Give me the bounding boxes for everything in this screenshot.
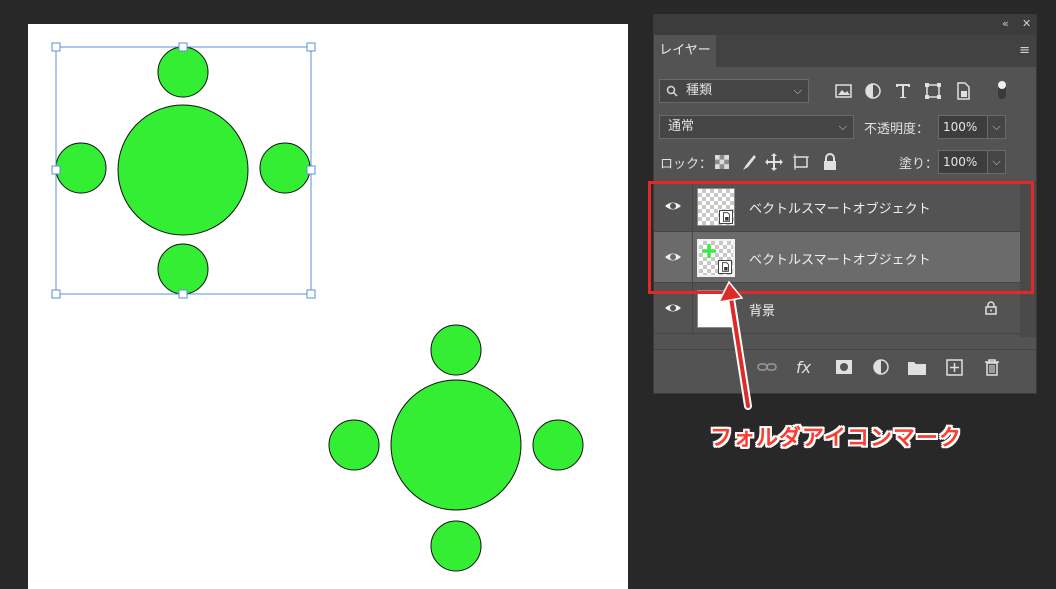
shape-group-2[interactable] [328, 324, 584, 572]
shape-group-1[interactable] [55, 46, 311, 295]
layer-thumbnail [697, 188, 735, 226]
layer-row-selected[interactable]: ベクトルスマートオブジェクト [654, 232, 1020, 283]
smart-object-badge-icon [718, 260, 732, 274]
new-layer-icon[interactable] [945, 358, 965, 376]
blend-mode-value: 通常 [668, 119, 695, 134]
transform-handle [306, 289, 316, 299]
lock-image-pixels-icon[interactable] [739, 152, 759, 172]
layer-row-background[interactable]: 背景 [654, 283, 1020, 334]
adjustment-filter-icon[interactable] [863, 81, 883, 101]
fill-input[interactable]: 100% [938, 150, 988, 174]
eye-icon[interactable] [664, 197, 682, 215]
smart-object-badge-icon [719, 210, 733, 224]
filter-label: 種類 [686, 83, 713, 98]
search-icon [666, 85, 678, 97]
lock-artboard-icon[interactable] [791, 152, 811, 172]
transform-handle [51, 289, 61, 299]
layers-bottom-bar: fx [654, 349, 1036, 383]
layers-panel: « ✕ レイヤー ≡ 種類 ⌵ 通常 ⌵ 不透明度： 100% ⌵ ロック： 塗… [653, 14, 1037, 394]
layer-name: ベクトルスマートオブジェクト [749, 253, 931, 268]
link-layers-icon[interactable] [757, 358, 777, 376]
adjustment-layer-icon[interactable] [872, 358, 892, 376]
lock-transparent-pixels-icon[interactable] [712, 152, 732, 172]
layer-name: 背景 [749, 304, 776, 319]
chevron-down-icon: ⌵ [838, 120, 847, 133]
eye-icon[interactable] [664, 248, 682, 266]
transform-handle [178, 289, 188, 299]
opacity-input[interactable]: 100% [938, 115, 988, 139]
transform-handle [178, 42, 188, 52]
layers-scrollbar[interactable] [1020, 181, 1036, 337]
delete-icon[interactable] [982, 358, 1002, 376]
canvas-workspace [0, 0, 640, 589]
lock-position-icon[interactable] [764, 152, 784, 172]
artwork [51, 42, 584, 572]
panel-tab-row: レイヤー ≡ [654, 35, 1036, 67]
folder-mark-icon [702, 244, 716, 258]
eye-icon[interactable] [664, 299, 682, 317]
fill-label: 塗り： [899, 157, 939, 172]
panel-titlebar: « ✕ [654, 15, 1036, 35]
lock-label: ロック： [660, 157, 713, 172]
shape-filter-icon[interactable] [923, 81, 943, 101]
tab-layers[interactable]: レイヤー [654, 35, 716, 67]
opacity-label: 不透明度： [864, 122, 930, 137]
layer-filter-dropdown[interactable]: 種類 ⌵ [659, 79, 809, 103]
fx-icon[interactable]: fx [796, 358, 816, 377]
type-filter-icon[interactable] [893, 81, 913, 101]
transform-handle [51, 165, 61, 175]
divider [692, 232, 693, 283]
lock-all-icon[interactable] [820, 152, 840, 172]
divider [692, 181, 693, 232]
panel-menu-icon[interactable]: ≡ [1019, 43, 1030, 58]
filter-toggle-icon[interactable] [992, 79, 1012, 99]
layer-row[interactable]: ベクトルスマートオブジェクト [654, 181, 1020, 232]
image-filter-icon[interactable] [834, 81, 854, 101]
divider [692, 283, 693, 334]
transform-handle [51, 42, 61, 52]
layer-name: ベクトルスマートオブジェクト [749, 202, 931, 217]
document-canvas[interactable] [28, 24, 628, 589]
new-group-folder-icon[interactable] [907, 358, 927, 376]
fill-dropdown-button[interactable]: ⌵ [988, 150, 1006, 174]
tab-layers-label: レイヤー [659, 43, 711, 58]
chevron-down-icon: ⌵ [793, 84, 802, 97]
layers-list: ベクトルスマートオブジェクト ベクトルスマートオブジェクト 背景 [654, 181, 1020, 337]
transform-handle [306, 165, 316, 175]
lock-icon [985, 301, 997, 315]
opacity-dropdown-button[interactable]: ⌵ [988, 115, 1006, 139]
close-icon[interactable]: ✕ [1022, 17, 1031, 30]
layer-thumbnail [697, 290, 735, 328]
add-mask-icon[interactable] [834, 358, 854, 376]
layer-thumbnail [697, 239, 735, 277]
blend-mode-dropdown[interactable]: 通常 ⌵ [659, 115, 854, 139]
smart-object-filter-icon[interactable] [953, 81, 973, 101]
annotation-label: フォルダアイコンマーク [710, 426, 962, 451]
double-chevron-left-icon[interactable]: « [1002, 17, 1009, 30]
transform-handle [306, 42, 316, 52]
